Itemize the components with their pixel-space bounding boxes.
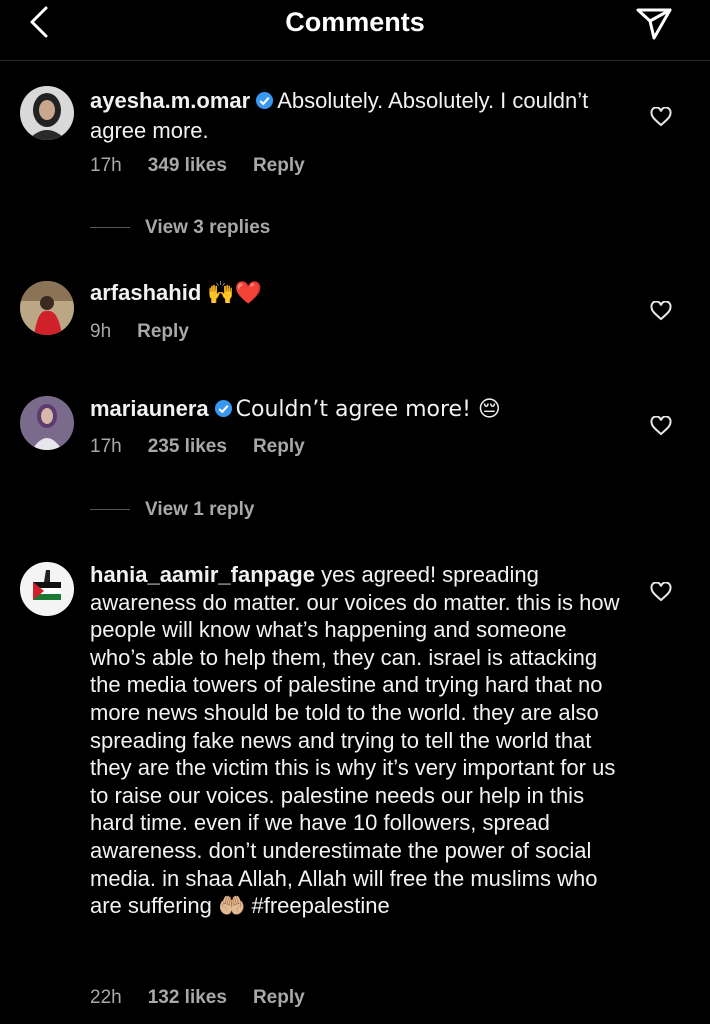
comment-body: 🙌❤️ [207, 281, 263, 306]
view-replies-button[interactable]: View 1 reply [90, 499, 255, 521]
avatar[interactable] [20, 562, 74, 616]
likes-count[interactable]: 349 likes [148, 155, 227, 176]
reply-button[interactable]: Reply [253, 987, 305, 1008]
page-title: Comments [285, 7, 425, 37]
like-button[interactable] [650, 415, 672, 436]
comment-time: 9h [90, 321, 112, 342]
view-replies-label: View 3 replies [145, 217, 271, 238]
paper-plane-icon [636, 8, 672, 40]
likes-count[interactable]: 132 likes [148, 987, 227, 1008]
heart-icon [650, 106, 672, 127]
username[interactable]: arfashahid [90, 280, 201, 305]
reply-button[interactable]: Reply [137, 321, 189, 342]
verified-badge-icon [255, 89, 274, 117]
comment-time: 17h [90, 155, 122, 176]
comment-meta: 17h 349 likes Reply [90, 155, 331, 177]
comment-text: arfashahid 🙌❤️ [90, 279, 630, 308]
view-replies-button[interactable]: View 3 replies [90, 217, 270, 239]
heart-icon [650, 415, 672, 436]
avatar[interactable] [20, 281, 74, 335]
comment-time: 17h [90, 436, 122, 457]
comment-body: Couldn’t agree more! 😔 [235, 397, 501, 422]
comment-text: hania_aamir_fanpage yes agreed! spreadin… [90, 561, 620, 920]
heart-icon [650, 300, 672, 321]
header-bar: Comments [0, 0, 710, 61]
username[interactable]: mariaunera [90, 396, 209, 421]
comment-text: ayesha.m.omar Absolutely. Absolutely. I c… [90, 87, 630, 144]
comment-body: yes agreed! spreading awareness do matte… [90, 562, 620, 919]
like-button[interactable] [650, 106, 672, 127]
view-replies-label: View 1 reply [145, 499, 255, 520]
username[interactable]: hania_aamir_fanpage [90, 562, 315, 587]
reply-button[interactable]: Reply [253, 155, 305, 176]
likes-count[interactable]: 235 likes [148, 436, 227, 457]
comment-meta: 17h 235 likes Reply [90, 436, 331, 458]
comment-time: 22h [90, 987, 122, 1008]
comment-meta: 22h 132 likes Reply [90, 987, 331, 1009]
divider [90, 509, 130, 511]
verified-badge-icon [214, 397, 233, 425]
reply-button[interactable]: Reply [253, 436, 305, 457]
comment-text: mariaunera Couldn’t agree more! 😔 [90, 395, 630, 425]
username[interactable]: ayesha.m.omar [90, 88, 250, 113]
like-button[interactable] [650, 300, 672, 321]
heart-icon [650, 581, 672, 602]
like-button[interactable] [650, 581, 672, 602]
comment-meta: 9h Reply [90, 321, 215, 343]
avatar[interactable] [20, 396, 74, 450]
share-button[interactable] [634, 3, 674, 43]
avatar[interactable] [20, 86, 74, 140]
divider [90, 227, 130, 229]
